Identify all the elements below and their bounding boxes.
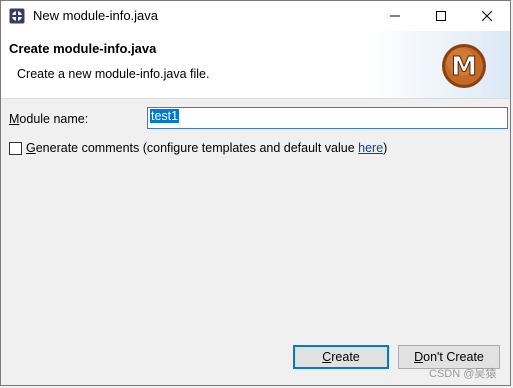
generate-mnemonic: G: [26, 141, 36, 155]
title-bar: New module-info.java: [1, 1, 510, 31]
module-name-input[interactable]: test1: [147, 107, 508, 129]
dont-mnemonic: D: [414, 350, 424, 364]
wizard-message: Create a new module-info.java file.: [17, 67, 210, 81]
logo-letter: M: [451, 52, 477, 82]
maximize-button[interactable]: [418, 1, 464, 31]
header-gradient: [370, 31, 510, 98]
module-name-mnemonic: M: [9, 112, 20, 126]
generate-comments-checkbox[interactable]: [9, 141, 22, 155]
wizard-header: Create module-info.java Create a new mod…: [1, 31, 510, 99]
generate-comments-row: Generate comments (configure templates a…: [9, 141, 387, 155]
close-icon: [482, 11, 492, 21]
module-name-label: Module name:: [9, 112, 88, 126]
wizard-title: Create module-info.java: [9, 41, 157, 56]
watermark-text: CSDN @吴猿: [429, 368, 497, 380]
generate-label-suffix: ): [383, 141, 388, 155]
dont-create-label: on't Create: [423, 350, 484, 364]
generate-comments-label[interactable]: Generate comments (configure templates a…: [26, 141, 387, 155]
module-name-value: test1: [150, 109, 180, 123]
create-button[interactable]: Create: [293, 345, 389, 369]
eclipse-app-icon: [9, 8, 25, 24]
close-button[interactable]: [464, 1, 510, 31]
window-title: New module-info.java: [33, 8, 159, 23]
create-label: reate: [331, 350, 360, 364]
minimize-icon: [390, 15, 400, 17]
minimize-button[interactable]: [372, 1, 418, 31]
maximize-icon: [436, 11, 446, 21]
templates-link[interactable]: here: [358, 141, 383, 155]
module-logo-icon: M: [442, 44, 486, 88]
module-name-label-text: odule name:: [19, 112, 89, 126]
generate-label-text: enerate comments (configure templates an…: [35, 141, 359, 155]
new-module-info-dialog: New module-info.java Create module-info.…: [0, 0, 511, 386]
create-mnemonic: C: [322, 350, 332, 364]
